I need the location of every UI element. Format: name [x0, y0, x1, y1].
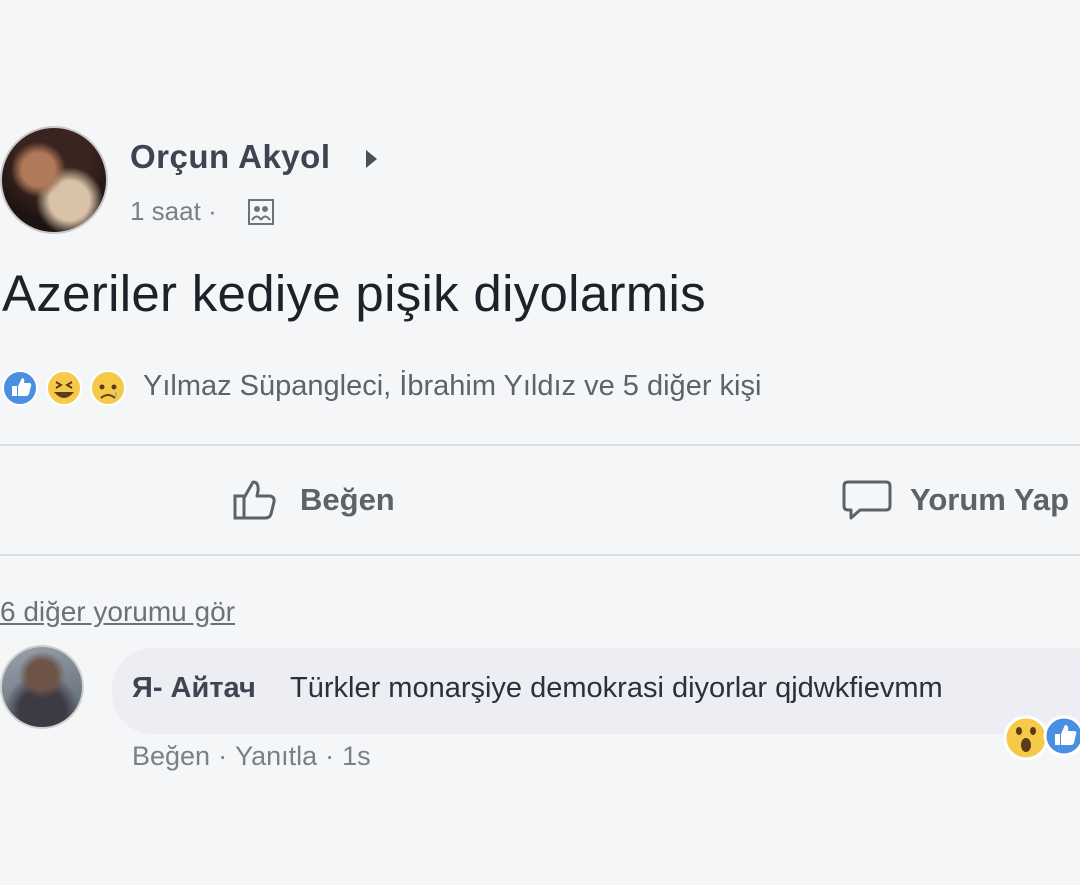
comment-icon	[842, 480, 892, 520]
comment-reply-link[interactable]: Yanıtla	[235, 741, 317, 772]
post-time-label: 1 saat	[130, 196, 201, 226]
comment-reaction-icons[interactable]	[1000, 712, 1080, 764]
caret-right-icon	[366, 150, 377, 168]
like-reaction-icon	[1043, 715, 1080, 757]
reaction-icons[interactable]	[2, 368, 142, 408]
comment-like-link[interactable]: Beğen	[132, 741, 210, 772]
comment-button[interactable]: Yorum Yap	[842, 474, 1080, 524]
comment-text: Türkler monarşiye demokrasi diyorlar qjd…	[290, 672, 943, 704]
post-time[interactable]: 1 saat ·	[130, 196, 217, 227]
post-text: Azeriler kediye pişik diyolarmis	[2, 265, 706, 322]
comment-time[interactable]: 1s	[342, 741, 371, 772]
reactions-summary[interactable]: Yılmaz Süpangleci, İbrahim Yıldız ve 5 d…	[143, 370, 761, 403]
commenter-avatar[interactable]	[0, 645, 84, 729]
thumbs-up-icon	[233, 480, 276, 520]
author-avatar[interactable]	[0, 126, 108, 234]
haha-reaction-icon	[46, 370, 82, 406]
sad-reaction-icon	[90, 370, 126, 406]
like-reaction-icon	[2, 370, 38, 406]
friends-privacy-icon[interactable]	[248, 199, 274, 225]
comment-label: Yorum Yap	[910, 482, 1070, 517]
divider	[0, 444, 1080, 446]
comment-author[interactable]: Я- Айтач	[132, 672, 256, 705]
like-label: Beğen	[300, 482, 395, 517]
time-separator: ·	[208, 196, 217, 226]
comment-meta: Beğen · Yanıtla · 1s	[132, 741, 371, 772]
wow-reaction-icon	[1003, 715, 1049, 761]
like-button[interactable]: Beğen	[232, 474, 432, 524]
view-more-comments-link[interactable]: 6 diğer yorumu gör	[0, 596, 235, 628]
author-name[interactable]: Orçun Akyol	[130, 138, 331, 176]
meta-separator: ·	[325, 741, 335, 771]
meta-separator: ·	[218, 741, 228, 771]
divider	[0, 554, 1080, 556]
